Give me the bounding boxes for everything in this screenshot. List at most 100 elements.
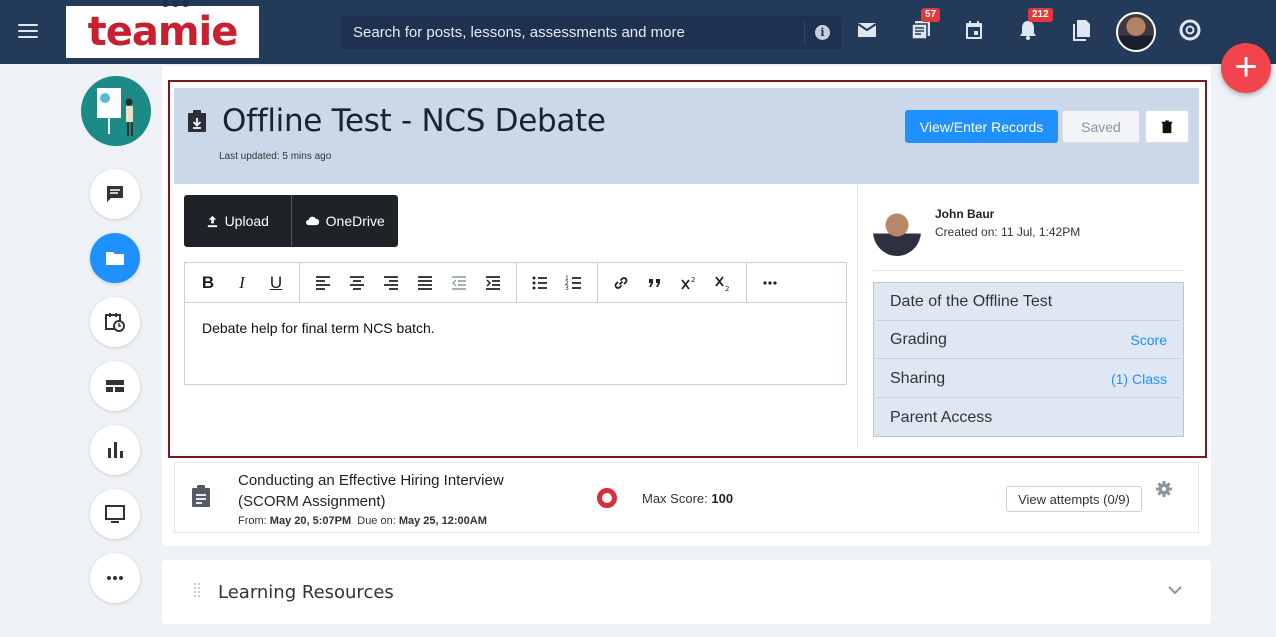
rail-posts-button[interactable] <box>90 169 140 219</box>
upload-icon <box>207 215 217 227</box>
learning-resources-title[interactable]: Learning Resources <box>218 582 394 603</box>
more-tools-button[interactable] <box>753 268 787 298</box>
chevron-down-icon[interactable] <box>1167 582 1183 598</box>
align-center-button[interactable] <box>340 268 374 298</box>
posts-icon[interactable]: 57 <box>909 8 941 46</box>
search-divider <box>804 20 805 45</box>
align-left-button[interactable] <box>306 268 340 298</box>
italic-button[interactable]: I <box>225 268 259 298</box>
calendar-clock-icon <box>105 313 125 332</box>
trash-icon <box>1161 119 1173 133</box>
due-label: Due on: <box>357 515 396 527</box>
setting-label: Date of the Offline Test <box>890 292 1053 310</box>
logo-text: teamie <box>87 9 239 55</box>
upload-button[interactable]: Upload <box>184 195 291 247</box>
rail-schedule-button[interactable] <box>90 297 140 347</box>
more-icon <box>107 576 123 580</box>
view-attempts-button[interactable]: View attempts (0/9) <box>1006 486 1142 512</box>
setting-label: Sharing <box>890 369 946 387</box>
link-button[interactable] <box>604 268 638 298</box>
upload-label: Upload <box>224 213 269 229</box>
view-enter-records-button[interactable]: View/Enter Records <box>905 110 1058 143</box>
help-lifebuoy-icon[interactable] <box>1178 18 1202 46</box>
created-on-text: Created on: 11 Jul, 1:42PM <box>935 225 1081 239</box>
gear-icon[interactable] <box>1155 480 1173 498</box>
setting-label: Parent Access <box>890 409 993 426</box>
folder-icon <box>106 252 124 265</box>
subscript-button[interactable]: 2 <box>706 268 740 298</box>
superscript-icon: 2 <box>681 276 695 290</box>
underline-button[interactable]: U <box>259 268 293 298</box>
indent-button[interactable] <box>476 268 510 298</box>
bold-button[interactable]: B <box>191 268 225 298</box>
quote-button[interactable] <box>638 268 672 298</box>
rail-analytics-button[interactable] <box>90 425 140 475</box>
outdent-button[interactable] <box>442 268 476 298</box>
link-icon <box>614 276 628 289</box>
clipboard-download-icon <box>188 110 206 132</box>
align-left-icon <box>316 275 330 290</box>
setting-label: Grading <box>890 330 947 348</box>
rail-more-button[interactable] <box>90 553 140 603</box>
numbered-list-icon: 123 <box>565 275 581 292</box>
grading-score-link[interactable]: Score <box>1130 332 1167 348</box>
setting-sharing[interactable]: Sharing (1) Class <box>876 360 1181 398</box>
column-divider <box>857 184 858 448</box>
hamburger-menu-icon[interactable] <box>16 20 40 44</box>
scorm-item-dates: From: May 20, 5:07PM Due on: May 25, 12:… <box>238 515 487 527</box>
bullet-list-icon <box>532 276 547 289</box>
rail-folder-button[interactable] <box>90 233 140 283</box>
documents-icon[interactable] <box>1069 18 1093 46</box>
upload-button-group: Upload OneDrive <box>184 195 398 247</box>
user-avatar[interactable] <box>1116 12 1156 52</box>
max-score: Max Score: 100 <box>642 491 733 506</box>
onedrive-button[interactable]: OneDrive <box>290 195 399 247</box>
delete-button[interactable] <box>1145 110 1189 143</box>
svg-text:3: 3 <box>565 285 569 292</box>
calendar-icon[interactable] <box>962 18 986 46</box>
from-label: From: <box>238 515 267 527</box>
author-name[interactable]: John Baur <box>935 207 994 221</box>
setting-grading[interactable]: Grading Score <box>876 321 1181 359</box>
setting-parent-access[interactable]: Parent Access <box>876 399 1181 437</box>
notifications-badge: 212 <box>1028 8 1053 22</box>
indent-icon <box>486 275 500 290</box>
sharing-class-link[interactable]: (1) Class <box>1111 371 1167 387</box>
onedrive-label: OneDrive <box>325 213 385 229</box>
chat-icon <box>107 186 123 202</box>
bullet-list-button[interactable] <box>523 268 557 298</box>
teamie-logo[interactable]: teamie <box>66 0 259 58</box>
rail-screen-button[interactable] <box>90 489 140 539</box>
outdent-icon <box>451 275 466 290</box>
cloud-icon <box>305 216 319 225</box>
numbered-list-button[interactable]: 123 <box>557 268 591 298</box>
saved-button[interactable]: Saved <box>1062 110 1140 143</box>
dashboard-icon <box>106 380 124 392</box>
drag-handle-icon[interactable] <box>193 582 201 600</box>
setting-date-of-offline-test[interactable]: Date of the Offline Test <box>876 283 1181 321</box>
last-updated-text: Last updated: 5 mins ago <box>219 151 332 162</box>
editor-content[interactable]: Debate help for final term NCS batch. <box>185 303 846 353</box>
superscript-button[interactable]: 2 <box>672 268 706 298</box>
editor-toolbar: B I U 123 2 2 <box>185 262 846 303</box>
align-right-button[interactable] <box>374 268 408 298</box>
bell-icon[interactable]: 212 <box>1016 8 1053 46</box>
author-avatar[interactable] <box>873 206 921 256</box>
svg-text:2: 2 <box>691 276 695 284</box>
class-avatar[interactable] <box>81 76 151 146</box>
rail-dashboard-button[interactable] <box>90 361 140 411</box>
author-divider <box>873 270 1184 271</box>
scorm-item-title[interactable]: Conducting an Effective Hiring Interview… <box>238 470 558 512</box>
justify-button[interactable] <box>408 268 442 298</box>
status-indicator-icon <box>597 488 617 508</box>
align-center-icon <box>350 275 364 290</box>
add-fab-button[interactable]: + <box>1221 43 1271 93</box>
search-input[interactable] <box>341 16 803 49</box>
info-icon[interactable]: i <box>815 25 830 40</box>
mail-icon[interactable] <box>855 18 879 46</box>
justify-icon <box>418 275 432 290</box>
assessment-title[interactable]: Offline Test - NCS Debate <box>222 103 606 139</box>
ellipsis-icon <box>763 280 777 285</box>
due-value: May 25, 12:00AM <box>398 515 487 527</box>
quote-icon <box>649 278 660 287</box>
